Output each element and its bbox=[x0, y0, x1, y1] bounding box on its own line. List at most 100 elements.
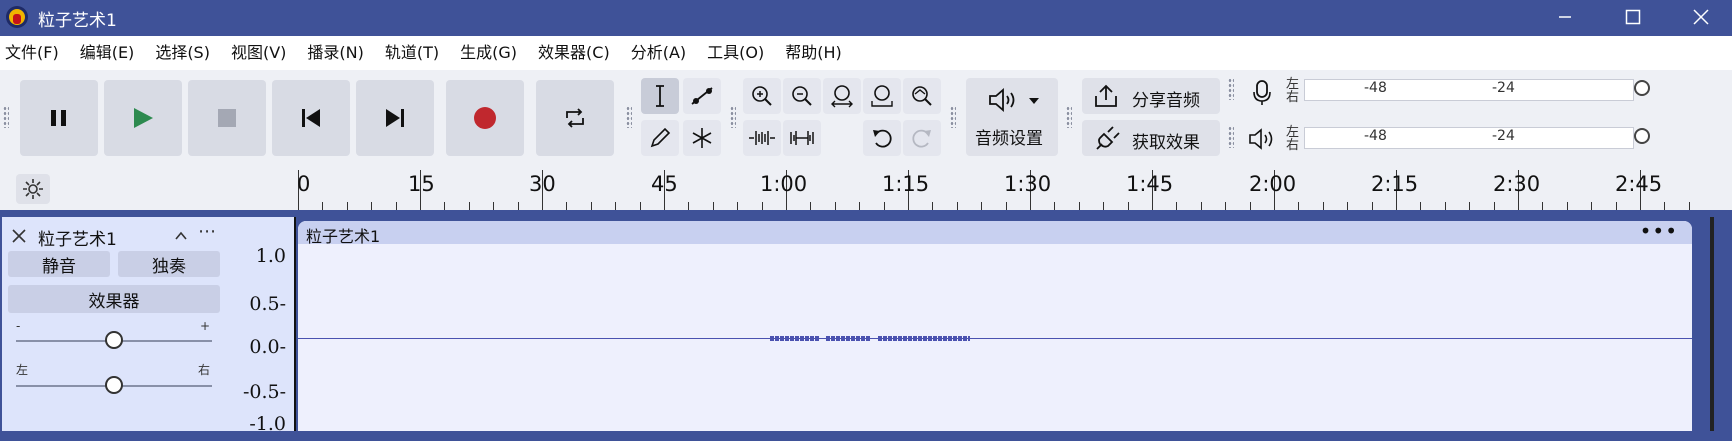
waveform-segment bbox=[770, 336, 820, 341]
track-right-border bbox=[1692, 217, 1710, 431]
menu-generate[interactable]: 生成(G) bbox=[455, 36, 525, 70]
grip-handle[interactable] bbox=[730, 106, 736, 128]
menu-tools[interactable]: 工具(O) bbox=[702, 36, 772, 70]
undo-button[interactable] bbox=[863, 120, 901, 156]
menu-transport[interactable]: 播录(N) bbox=[302, 36, 371, 70]
skip-to-end-button[interactable] bbox=[356, 80, 434, 156]
clip-name: 粒子艺术1 bbox=[306, 227, 381, 246]
draw-tool-button[interactable] bbox=[641, 120, 679, 156]
playback-volume-thumb[interactable] bbox=[1634, 128, 1650, 144]
menu-file[interactable]: 文件(F) bbox=[0, 36, 67, 70]
redo-icon bbox=[912, 129, 931, 148]
audio-clip[interactable]: 粒子艺术1 ••• bbox=[298, 221, 1692, 431]
pause-button[interactable] bbox=[20, 80, 98, 156]
timeline-ruler[interactable]: 0 15 30 45 1:00 1:15 1:30 1:45 2:00 2:15… bbox=[0, 166, 1732, 212]
close-icon[interactable] bbox=[1670, 0, 1732, 34]
ruler-tick bbox=[1078, 202, 1080, 210]
record-button[interactable] bbox=[446, 80, 524, 156]
record-meter-button[interactable] bbox=[1244, 74, 1280, 112]
mute-button[interactable]: 静音 bbox=[8, 251, 110, 277]
ruler-label: 2:45 bbox=[1615, 172, 1663, 196]
grip-handle[interactable] bbox=[3, 106, 9, 128]
grip-handle[interactable] bbox=[950, 106, 956, 128]
title-bar: 粒子艺术1 bbox=[0, 0, 1732, 36]
solo-button[interactable]: 独奏 bbox=[118, 251, 220, 277]
speaker-icon bbox=[1249, 128, 1273, 150]
selection-tool-button[interactable] bbox=[641, 78, 679, 114]
ruler-tick bbox=[956, 202, 958, 210]
playback-meter-button[interactable] bbox=[1244, 120, 1280, 158]
gain-slider-thumb[interactable] bbox=[105, 331, 123, 349]
record-volume-thumb[interactable] bbox=[1634, 80, 1650, 96]
ruler-tick bbox=[1054, 202, 1056, 210]
undo-icon bbox=[873, 129, 892, 148]
menu-effect[interactable]: 效果器(C) bbox=[533, 36, 618, 70]
play-button[interactable] bbox=[104, 80, 182, 156]
collapse-icon[interactable] bbox=[174, 229, 188, 241]
ruler-label: 1:15 bbox=[882, 172, 930, 196]
effects-button[interactable]: 效果器 bbox=[8, 285, 220, 313]
timeline-options-button[interactable] bbox=[16, 174, 50, 204]
menu-select[interactable]: 选择(S) bbox=[150, 36, 218, 70]
ruler-tick bbox=[883, 202, 885, 210]
menu-edit[interactable]: 编辑(E) bbox=[75, 36, 143, 70]
pan-right-label: 右 bbox=[198, 363, 211, 377]
menu-analyze[interactable]: 分析(A) bbox=[626, 36, 694, 70]
menu-tracks[interactable]: 轨道(T) bbox=[380, 36, 447, 70]
menu-view[interactable]: 视图(V) bbox=[226, 36, 294, 70]
loop-button[interactable] bbox=[536, 80, 614, 156]
grip-handle[interactable] bbox=[1228, 78, 1234, 100]
scale-label: -1.0 bbox=[249, 413, 286, 435]
zoom-toggle-button[interactable] bbox=[903, 78, 941, 114]
plugin-icon bbox=[1096, 126, 1120, 150]
multi-tool-button[interactable] bbox=[683, 120, 721, 156]
ruler-tick bbox=[761, 202, 763, 210]
silence-selection-button[interactable] bbox=[783, 120, 821, 156]
skip-to-start-button[interactable] bbox=[272, 80, 350, 156]
redo-button[interactable] bbox=[903, 120, 941, 156]
playback-meter-db-48: -48 bbox=[1364, 128, 1387, 144]
stop-button[interactable] bbox=[188, 80, 266, 156]
amplitude-scale: 1.0 0.5- 0.0- -0.5- -1.0 bbox=[228, 217, 296, 435]
toolbar: 音频设置 分享音频 获取效果 左右 -48 -24 左右 -48 -24 bbox=[0, 70, 1732, 166]
record-meter[interactable]: 左右 -48 -24 bbox=[1286, 76, 1650, 105]
ruler-label: 0 bbox=[297, 172, 311, 196]
pan-slider-thumb[interactable] bbox=[105, 376, 123, 394]
get-effects-button[interactable]: 获取效果 bbox=[1082, 120, 1220, 156]
share-audio-button[interactable]: 分享音频 bbox=[1082, 78, 1220, 114]
fit-project-button[interactable] bbox=[863, 78, 901, 114]
menu-help[interactable]: 帮助(H) bbox=[780, 36, 850, 70]
record-meter-db-24: -24 bbox=[1492, 80, 1515, 96]
grip-handle[interactable] bbox=[1066, 106, 1072, 128]
clip-menu-icon[interactable]: ••• bbox=[1640, 221, 1678, 243]
chevron-down-icon bbox=[1029, 98, 1039, 104]
vertical-scrollbar[interactable] bbox=[1710, 217, 1714, 431]
clip-header[interactable]: 粒子艺术1 ••• bbox=[298, 221, 1692, 246]
zoom-out-button[interactable] bbox=[783, 78, 821, 114]
grip-handle[interactable] bbox=[1228, 126, 1234, 148]
ruler-tick bbox=[981, 202, 983, 210]
track-menu-icon[interactable]: ⋯ bbox=[198, 221, 216, 242]
trim-outside-button[interactable] bbox=[743, 120, 781, 156]
audio-setup-button[interactable]: 音频设置 bbox=[966, 78, 1058, 156]
maximize-icon[interactable] bbox=[1602, 0, 1664, 34]
ruler-tick bbox=[1420, 202, 1422, 210]
playback-meter[interactable]: 左右 -48 -24 bbox=[1286, 124, 1650, 152]
ruler-tick bbox=[1298, 202, 1300, 210]
ruler-tick bbox=[1371, 202, 1373, 210]
waveform-baseline bbox=[298, 338, 1692, 339]
app-logo-icon bbox=[6, 6, 28, 28]
play-icon bbox=[134, 108, 153, 128]
ruler-tick bbox=[810, 202, 812, 210]
meter-right-label: 右 bbox=[1286, 90, 1300, 105]
zoom-in-button[interactable] bbox=[743, 78, 781, 114]
track-name[interactable]: 粒子艺术1 bbox=[38, 225, 117, 250]
envelope-tool-button[interactable] bbox=[683, 78, 721, 114]
fit-selection-button[interactable] bbox=[823, 78, 861, 114]
close-icon[interactable] bbox=[12, 229, 26, 243]
pan-left-label: 左 bbox=[16, 363, 29, 377]
ruler-tick bbox=[444, 202, 446, 210]
grip-handle[interactable] bbox=[626, 106, 632, 128]
scale-label: 0.5- bbox=[249, 293, 286, 315]
minimize-icon[interactable] bbox=[1534, 0, 1596, 34]
